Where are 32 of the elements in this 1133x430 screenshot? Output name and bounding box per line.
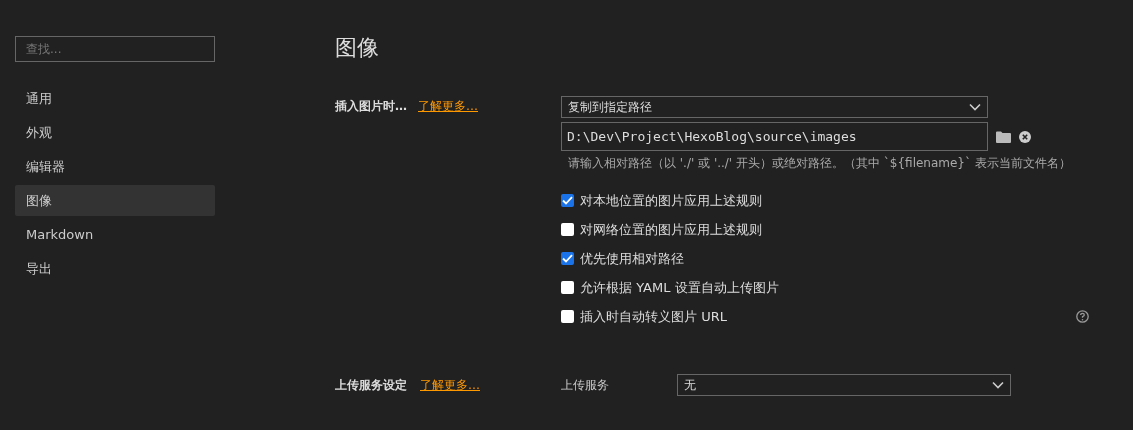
- sidebar-item[interactable]: Markdown: [15, 219, 215, 250]
- checkbox[interactable]: [561, 194, 574, 207]
- sidebar-item[interactable]: 通用: [15, 83, 215, 114]
- upload-service-select[interactable]: 无: [677, 374, 1011, 396]
- chevron-down-icon: [992, 381, 1004, 389]
- checkbox[interactable]: [561, 252, 574, 265]
- path-field[interactable]: D:\Dev\Project\HexoBlog\source\images: [561, 122, 988, 151]
- page-title: 图像: [335, 34, 380, 62]
- folder-icon[interactable]: [996, 130, 1011, 143]
- checkbox[interactable]: [561, 310, 574, 323]
- section-label: 插入图片时…: [335, 98, 407, 115]
- option-label: 优先使用相对路径: [580, 249, 685, 268]
- section-label: 上传服务设定: [335, 376, 407, 394]
- sidebar-item[interactable]: 编辑器: [15, 151, 215, 182]
- option-label: 对本地位置的图片应用上述规则: [580, 191, 763, 210]
- search-field[interactable]: 查找...: [15, 36, 215, 62]
- chevron-down-icon: [969, 103, 981, 111]
- learn-more-link[interactable]: 了解更多…: [420, 376, 480, 394]
- help-icon[interactable]: [1076, 310, 1089, 323]
- sidebar-item[interactable]: 导出: [15, 253, 215, 284]
- action-select[interactable]: 复制到指定路径: [561, 96, 988, 118]
- field-label: 上传服务: [561, 376, 610, 394]
- hint-text: 请输入相对路径（以 './' 或 '../' 开头）或绝对路径。（其中 `${filename}` 表示当前文件名）: [567, 155, 1072, 171]
- learn-more-link[interactable]: 了解更多…: [418, 98, 478, 115]
- sidebar-item[interactable]: 外观: [15, 117, 215, 148]
- option-label: 对网络位置的图片应用上述规则: [580, 220, 763, 239]
- clear-icon[interactable]: [1019, 130, 1031, 143]
- checkbox[interactable]: [561, 281, 574, 294]
- checkbox[interactable]: [561, 223, 574, 236]
- sidebar-item[interactable]: 图像: [15, 185, 215, 216]
- option-label: 允许根据 YAML 设置自动上传图片: [580, 278, 780, 297]
- option-label: 插入时自动转义图片 URL: [580, 307, 728, 326]
